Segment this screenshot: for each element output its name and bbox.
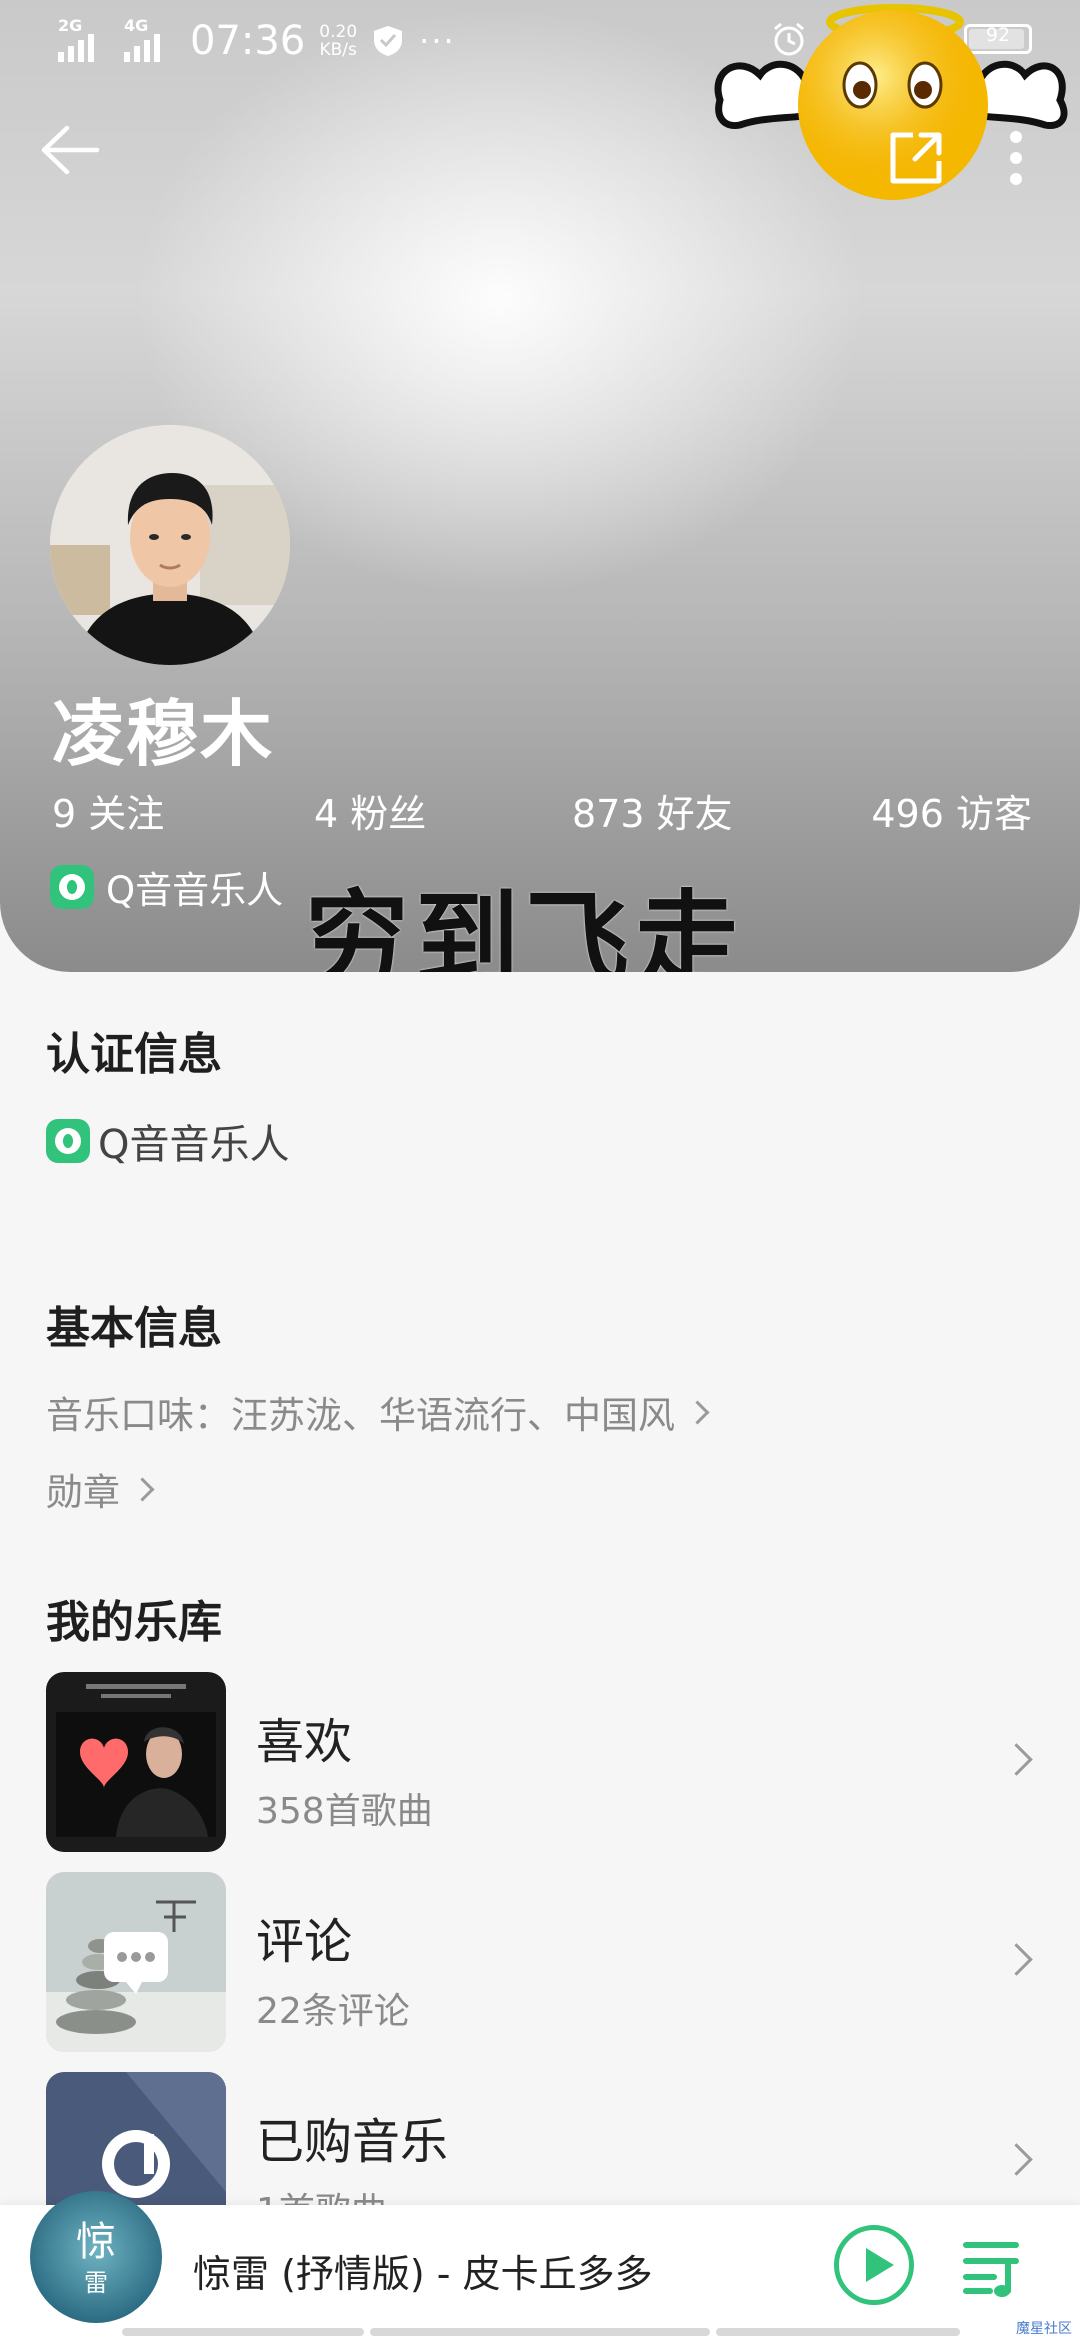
library-item-title: 喜欢: [256, 1714, 353, 1770]
music-taste-row[interactable]: 音乐口味：汪苏泷、华语流行、中国风: [46, 1385, 710, 1439]
followers-count[interactable]: 4 粉丝: [314, 783, 426, 838]
chevron-right-icon: [685, 1399, 710, 1425]
musician-badge[interactable]: Q音音乐人: [50, 860, 283, 914]
medal-row[interactable]: 勋章: [46, 1462, 155, 1516]
library-item-subtitle: 358首歌曲: [256, 1791, 433, 1832]
section-title-certification: 认证信息: [46, 1029, 222, 1080]
more-status-icon: ···: [419, 22, 456, 60]
certification-label: Q音音乐人: [98, 1122, 290, 1168]
qq-music-logo-icon: [46, 1119, 90, 1163]
friends-count[interactable]: 873 好友: [572, 783, 733, 838]
following-count[interactable]: 9 关注: [52, 783, 164, 838]
album-cover-image: [46, 1872, 226, 2052]
nav-indicator: [716, 2328, 960, 2336]
overlay-caption: 穷到飞走: [305, 879, 746, 972]
likes-cover: [46, 1672, 226, 1852]
back-button[interactable]: [30, 115, 110, 185]
library-item-subtitle: 22条评论: [256, 1991, 410, 2032]
library-item-likes[interactable]: 喜欢 358首歌曲: [46, 1672, 1036, 1852]
share-button[interactable]: [876, 118, 956, 198]
profile-header: 2G 4G 07:36 0.20 KB/s ··· 92 凌穆木 9 关注 4 …: [0, 0, 1080, 972]
section-title-basic-info: 基本信息: [46, 1303, 222, 1354]
chevron-right-icon: [1000, 1743, 1033, 1776]
chevron-right-icon: [130, 1476, 155, 1502]
nav-indicator: [122, 2328, 364, 2336]
section-title-library: 我的乐库: [46, 1597, 222, 1648]
library-item-comments[interactable]: 评论 22条评论: [46, 1872, 1036, 2052]
signal-2g-icon: 2G: [58, 16, 110, 62]
visitors-count[interactable]: 496 访客: [871, 783, 1032, 838]
library-item-title: 已购音乐: [256, 2114, 449, 2170]
username: 凌穆木: [52, 692, 275, 776]
album-cover-image: [46, 1672, 226, 1852]
mini-player[interactable]: 惊 雷 惊雷 (抒情版) - 皮卡丘多多: [0, 2191, 1080, 2340]
more-menu-button[interactable]: [996, 118, 1036, 198]
share-out-icon: [890, 132, 942, 184]
certification-item[interactable]: Q音音乐人: [46, 1112, 289, 1170]
qq-music-logo-icon: [50, 865, 94, 909]
arrow-left-icon: [41, 125, 100, 175]
speed-value: 0.20: [319, 22, 358, 42]
vertical-dots-icon: [1010, 131, 1022, 185]
musician-badge-label: Q音音乐人: [106, 869, 284, 912]
cover-title-large: 惊: [76, 2219, 116, 2265]
music-taste-label: 音乐口味：汪苏泷、华语流行、中国风: [46, 1394, 675, 1437]
profile-stats: 9 关注 4 粉丝 873 好友 496 访客: [52, 783, 1032, 843]
watermark: 魔星社区: [1016, 2321, 1072, 2337]
medal-label: 勋章: [46, 1471, 120, 1514]
chevron-right-icon: [1000, 1943, 1033, 1976]
clock: 07:36: [190, 18, 306, 64]
cover-title-small: 雷: [84, 2269, 108, 2297]
nav-indicator: [370, 2328, 710, 2336]
play-button[interactable]: [834, 2225, 914, 2305]
now-playing-title[interactable]: 惊雷 (抒情版) - 皮卡丘多多: [193, 2243, 653, 2298]
user-photo: [50, 425, 290, 665]
comments-cover: [46, 1872, 226, 2052]
speed-unit: KB/s: [319, 40, 357, 60]
playlist-icon: [963, 2242, 1019, 2297]
network-speed: 0.20 KB/s: [319, 23, 357, 59]
now-playing-cover[interactable]: 惊 雷: [30, 2191, 162, 2323]
network-type-label: 4G: [124, 16, 149, 35]
chevron-right-icon: [1000, 2143, 1033, 2176]
avatar[interactable]: [50, 425, 290, 665]
network-type-label: 2G: [58, 16, 83, 35]
signal-4g-icon: 4G: [124, 16, 176, 62]
playlist-button[interactable]: [960, 2231, 1030, 2301]
shield-icon: [374, 26, 403, 56]
library-item-title: 评论: [256, 1914, 353, 1970]
